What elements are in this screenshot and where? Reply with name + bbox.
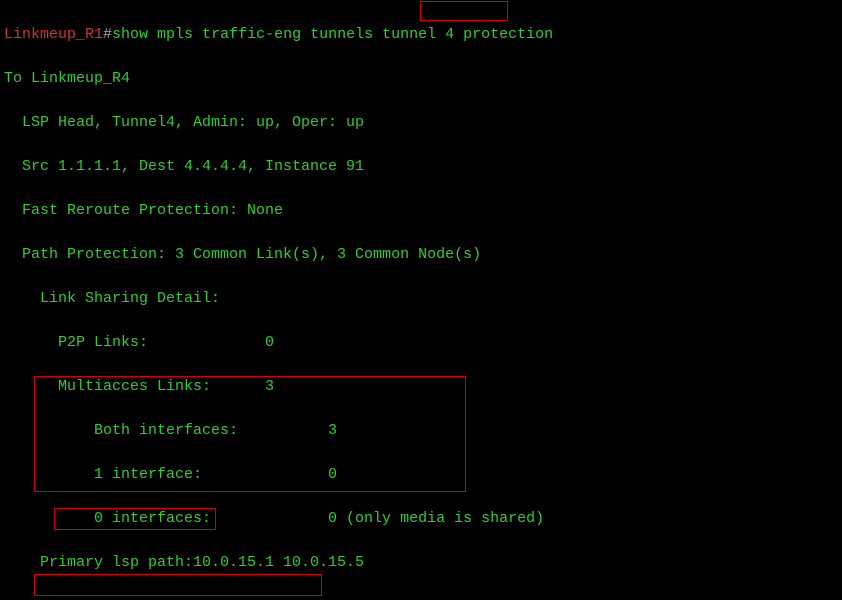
highlight-box-tunnel-arg [420, 1, 508, 21]
to-line: To Linkmeup_R4 [4, 68, 838, 90]
command-tunnel-arg: tunnel 4 [382, 26, 454, 43]
primary-lsp-hop: 10.0.25.5 10.0.25.2 [4, 596, 838, 600]
link-sharing-line: Link Sharing Detail: [4, 288, 838, 310]
multiaccess-links-line: Multiacces Links: 3 [4, 376, 838, 398]
p2p-links-line: P2P Links: 0 [4, 332, 838, 354]
command-pre: show mpls traffic-eng tunnels [112, 26, 382, 43]
highlight-box-outlabel [34, 574, 322, 596]
command-post: protection [454, 26, 553, 43]
hostname: Linkmeup_R1 [4, 26, 103, 43]
primary-lsp-head: Primary lsp path:10.0.15.1 10.0.15.5 [4, 552, 838, 574]
lsp-head-line: LSP Head, Tunnel4, Admin: up, Oper: up [4, 112, 838, 134]
frr-line: Fast Reroute Protection: None [4, 200, 838, 222]
path-protection-line: Path Protection: 3 Common Link(s), 3 Com… [4, 244, 838, 266]
one-interface-line: 1 interface: 0 [4, 464, 838, 486]
both-interfaces-line: Both interfaces: 3 [4, 420, 838, 442]
zero-interfaces-line: 0 interfaces: 0 (only media is shared) [4, 508, 838, 530]
src-dest-line: Src 1.1.1.1, Dest 4.4.4.4, Instance 91 [4, 156, 838, 178]
prompt-line[interactable]: Linkmeup_R1#show mpls traffic-eng tunnel… [4, 24, 838, 46]
prompt-separator: # [103, 26, 112, 43]
terminal-output: Linkmeup_R1#show mpls traffic-eng tunnel… [0, 0, 842, 600]
